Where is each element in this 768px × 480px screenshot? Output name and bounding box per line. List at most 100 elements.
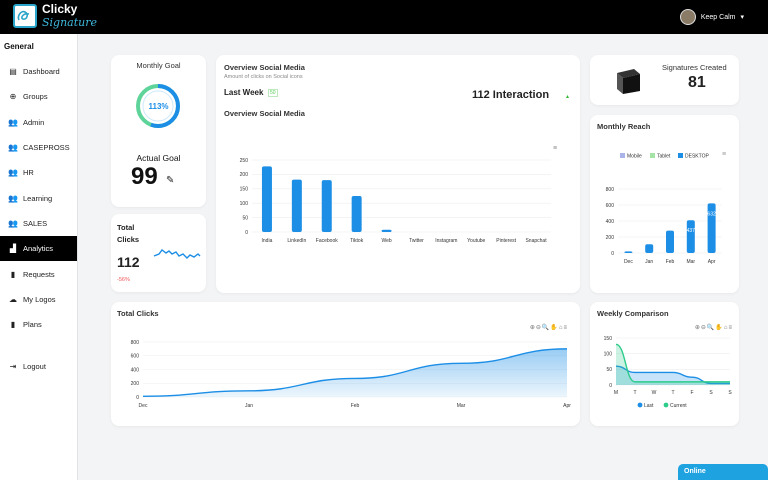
period-label: Last Week [224,88,264,97]
logout-label: Logout [23,362,46,372]
y-tick-label: 0 [245,230,248,236]
y-tick-label: 800 [606,187,615,193]
bar [666,230,674,253]
chart-toolbar[interactable]: ⊕⊖🔍✋⌂≡ [695,324,733,331]
x-tick-label: Jan [645,259,653,265]
sidebar-section-title: General [4,42,34,51]
sidebar-item-groups[interactable]: ⊕ Groups [0,84,77,109]
sidebar-item-my-logos[interactable]: ☁ My Logos [0,287,77,312]
y-tick-label: 400 [131,367,140,373]
legend-label: Current [670,403,687,409]
overview-subtitle: Amount of clicks on Social icons [224,74,303,80]
signatures-title: Signatures Created [662,63,727,72]
y-tick-label: 400 [606,219,615,225]
bar-chart-icon: ▟ [9,244,17,254]
sparkline [153,249,201,259]
sidebar-item-label: SALES [23,218,48,228]
total-clicks-title: Total Clicks [117,223,140,244]
sidebar-item-admin[interactable]: 👥 Admin [0,110,77,135]
x-tick-label: India [262,238,273,244]
monthly-goal-card: Monthly Goal 113% Actual Goal 99 ✎ [111,55,206,207]
sidebar-item-casepross[interactable]: 👥 CASEPROSS [0,135,77,160]
bar [686,220,695,253]
x-tick-label: Mar [686,259,695,265]
x-tick-label: S [728,390,732,396]
legend-dot [663,402,669,408]
document-icon: ▮ [10,269,16,279]
plus-circle-icon: ⊕ [9,92,17,102]
overview-title: Overview Social Media [224,63,305,72]
sidebar-item-requests[interactable]: ▮ Requests [0,261,77,286]
x-tick-label: Dec [139,403,148,409]
y-tick-label: 250 [240,158,249,164]
brand-name: Clicky Signature [42,3,97,30]
total-clicks-chart-card: Total Clicks ⊕⊖🔍✋⌂≡ 800 600 400 200 0 Dec Jan F… [111,302,580,426]
sidebar-item-label: CASEPROSS [23,143,70,153]
sidebar-item-label: Analytics [23,244,54,254]
menu-icon[interactable]: ≡ [553,145,557,152]
x-tick-label: Feb [351,403,360,409]
total-clicks-card: Total Clicks 112 -56% [111,214,206,292]
chart-toolbar[interactable]: ⊕⊖🔍✋⌂≡ [530,324,568,331]
monthly-reach-title: Monthly Reach [597,122,651,131]
users-icon: 👥 [8,143,18,153]
goal-percent: 113% [148,102,169,111]
logout-item[interactable]: ⇥ Logout [0,354,78,379]
x-tick-label: Tiktok [350,238,364,244]
online-chat-button[interactable]: Online [678,464,768,480]
period-badge: 50 [268,89,278,97]
sidebar-item-analytics[interactable]: ▟ Analytics [0,236,77,262]
x-tick-label: W [652,390,657,396]
bar [645,244,654,253]
bar [624,251,633,253]
logo[interactable] [13,4,37,28]
sidebar: General ▤ Dashboard ⊕ Groups 👥 Admin 👥 CASEPROS… [0,34,78,480]
legend-dot [637,402,643,408]
bar [321,180,332,232]
sidebar-item-label: My Logos [23,294,56,304]
total-clicks-change: -56% [117,277,130,283]
legend-label: DESKTOP [685,154,709,160]
avatar[interactable] [679,9,696,25]
overview-bar-chart: 250 200 150 100 50 0 India LinkedIn Facebook Tikt… [240,158,551,244]
x-tick-label: Feb [666,259,675,265]
actual-goal-value: 99 [131,163,158,190]
data-label: 632 [707,211,716,217]
sidebar-item-label: Plans [23,320,42,330]
x-tick-label: Twitter [409,238,424,244]
x-tick-label: Mar [457,403,466,409]
sidebar-item-label: Groups [23,92,48,102]
users-icon: 👥 [8,218,18,228]
top-bar: Clicky Signature Keep Calm ▾ [0,0,768,34]
y-tick-label: 600 [131,354,140,360]
x-tick-label: Jan [245,403,253,409]
y-tick-label: 50 [606,367,612,373]
legend-label: Last [644,403,654,409]
sidebar-item-sales[interactable]: 👥 SALES [0,211,77,236]
sidebar-item-plans[interactable]: ▮ Plans [0,312,77,337]
edit-icon[interactable]: ✎ [166,175,174,186]
x-tick-label: S [709,390,713,396]
weekly-comparison-card: Weekly Comparison ⊕⊖🔍✋⌂≡ 150 100 50 0 M T W T F S… [590,302,739,426]
legend-label: Tablet [657,154,671,160]
y-tick-label: 50 [242,215,248,221]
users-icon: 👥 [8,168,18,178]
user-menu[interactable]: Keep Calm ▾ [679,9,744,25]
chevron-down-icon: ▾ [740,14,744,21]
sidebar-item-hr[interactable]: 👥 HR [0,160,77,185]
bar [381,229,392,232]
x-tick-label: T [671,390,674,396]
monthly-reach-card: Monthly Reach ≡ Mobile Tablet DESKTOP 800 60… [590,115,739,293]
y-tick-label: 200 [240,172,249,178]
y-tick-label: 150 [240,187,249,193]
x-tick-label: Facebook [316,238,338,244]
sidebar-item-dashboard[interactable]: ▤ Dashboard [0,59,77,84]
y-tick-label: 0 [609,383,612,389]
bar [351,196,362,232]
legend-swatch [678,153,683,158]
x-tick-label: T [633,390,636,396]
stack-icon [617,69,640,94]
sidebar-item-learning[interactable]: 👥 Learning [0,185,77,210]
x-tick-label: Web [381,238,391,244]
overview-card: Overview Social Media Amount of clicks o… [216,55,580,293]
